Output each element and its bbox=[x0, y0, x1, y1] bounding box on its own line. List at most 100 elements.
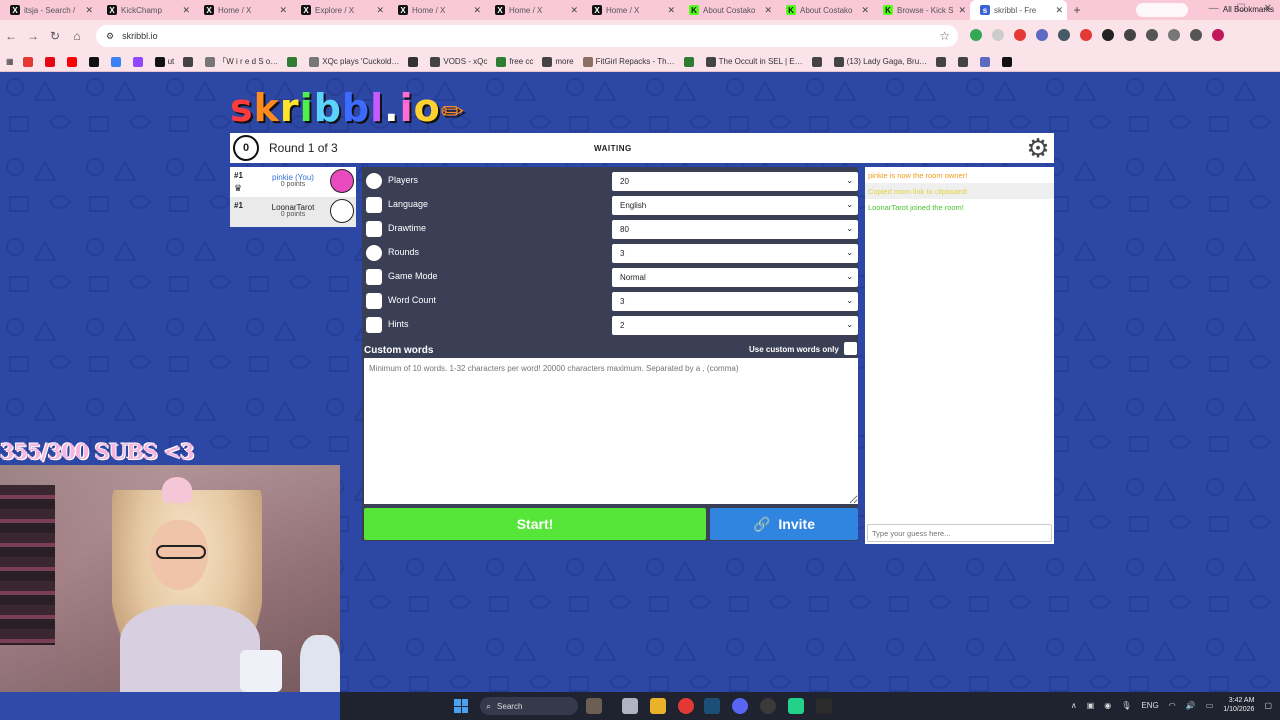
bookmark-star-icon[interactable]: ☆ bbox=[939, 29, 950, 43]
chrome-icon[interactable] bbox=[678, 698, 694, 714]
close-tab-icon[interactable]: ✕ bbox=[85, 5, 93, 16]
site-info-icon[interactable]: ⚙ bbox=[106, 31, 114, 42]
mic-icon[interactable]: 🎙 bbox=[1121, 701, 1131, 710]
avatar[interactable] bbox=[1212, 29, 1224, 41]
browser-tab[interactable]: X Home / X ✕ bbox=[194, 0, 291, 20]
browser-tab[interactable]: K Browse - Kick S ✕ bbox=[873, 0, 970, 20]
bookmark-item[interactable] bbox=[132, 56, 146, 67]
bookmark-item[interactable] bbox=[183, 56, 196, 67]
setting-select[interactable]: 80 ⌄ bbox=[612, 220, 858, 239]
player-entry[interactable]: #1 LoonarTarot 0 points bbox=[230, 197, 356, 227]
bookmark-item[interactable] bbox=[936, 56, 949, 67]
extension-icon[interactable] bbox=[992, 29, 1004, 41]
setting-select[interactable]: 20 ⌄ bbox=[612, 172, 858, 191]
close-tab-icon[interactable]: ✕ bbox=[667, 5, 675, 16]
bookmark-item[interactable] bbox=[44, 56, 58, 67]
menu-icon[interactable] bbox=[1190, 29, 1202, 41]
bookmark-item[interactable] bbox=[811, 56, 825, 67]
bookmark-item[interactable]: XQc plays 'Cuckold… bbox=[309, 56, 399, 67]
extension-icon[interactable] bbox=[1102, 29, 1114, 41]
bookmark-item[interactable] bbox=[683, 56, 697, 67]
discord-icon[interactable] bbox=[732, 698, 748, 714]
bookmark-item[interactable] bbox=[22, 56, 36, 67]
taskbar-app-icon[interactable] bbox=[586, 698, 602, 714]
close-tab-icon[interactable]: ✕ bbox=[958, 5, 966, 16]
setting-select[interactable]: 3 ⌄ bbox=[612, 292, 858, 311]
wifi-icon[interactable]: ◠ bbox=[1169, 701, 1176, 710]
close-tab-icon[interactable]: ✕ bbox=[570, 5, 578, 16]
back-icon[interactable]: ← bbox=[0, 29, 22, 43]
bookmark-item[interactable]: 「W i r e d S o… bbox=[205, 56, 278, 67]
chevron-up-icon[interactable]: ∧ bbox=[1071, 701, 1077, 710]
bookmark-item[interactable]: The Occult in SEL | E… bbox=[705, 56, 803, 67]
bookmark-item[interactable]: (13) Lady Gaga, Bru… bbox=[833, 56, 927, 67]
home-icon[interactable]: ⌂ bbox=[66, 29, 88, 43]
taskbar-search[interactable]: ⌕ Search bbox=[480, 697, 578, 715]
custom-words-input[interactable] bbox=[364, 358, 858, 504]
bookmark-item[interactable]: free cc bbox=[496, 56, 533, 67]
battery-icon[interactable]: ▭ bbox=[1206, 701, 1214, 710]
bookmark-item[interactable] bbox=[66, 56, 80, 67]
close-tab-icon[interactable]: ✕ bbox=[764, 5, 772, 16]
notification-icon[interactable]: ▢ bbox=[1264, 701, 1272, 710]
extension-icon[interactable] bbox=[970, 29, 982, 41]
url-field[interactable]: ⚙ skribbl.io ☆ bbox=[96, 25, 958, 47]
close-tab-icon[interactable]: ✕ bbox=[861, 5, 869, 16]
tray-icon[interactable]: ◉ bbox=[1104, 701, 1111, 710]
language-indicator[interactable]: ENG bbox=[1141, 701, 1158, 710]
taskbar-clock[interactable]: 3:42 AM 1/10/2026 bbox=[1223, 696, 1254, 714]
extension-icon[interactable] bbox=[1014, 29, 1026, 41]
bookmark-item[interactable] bbox=[1002, 56, 1015, 67]
url-text[interactable]: skribbl.io bbox=[122, 31, 158, 41]
profile-pill[interactable] bbox=[1136, 3, 1188, 17]
sidebar-icon[interactable] bbox=[1168, 29, 1180, 41]
extension-icon[interactable] bbox=[1036, 29, 1048, 41]
bookmark-item[interactable]: FitGirl Repacks - Th… bbox=[582, 56, 675, 67]
bookmark-item[interactable] bbox=[980, 56, 993, 67]
browser-tab[interactable]: X Explore / X ✕ bbox=[291, 0, 388, 20]
close-tab-icon[interactable]: ✕ bbox=[279, 5, 287, 16]
setting-select[interactable]: 3 ⌄ bbox=[612, 244, 858, 263]
player-entry[interactable]: #1 pinkie (You) 0 points ♛ bbox=[230, 167, 356, 197]
close-tab-icon[interactable]: ✕ bbox=[182, 5, 190, 16]
taskbar-app-icon[interactable] bbox=[816, 698, 832, 714]
bookmark-item[interactable] bbox=[110, 56, 124, 67]
browser-tab[interactable]: s skribbl - Fre ✕ bbox=[970, 0, 1067, 20]
forward-icon[interactable]: → bbox=[22, 29, 44, 43]
volume-icon[interactable]: 🔊 bbox=[1186, 701, 1196, 710]
bookmark-item[interactable] bbox=[88, 56, 102, 67]
bookmark-item[interactable]: more bbox=[542, 56, 574, 67]
windows-start-icon[interactable] bbox=[454, 699, 468, 713]
setting-select[interactable]: English ⌄ bbox=[612, 196, 858, 215]
invite-button[interactable]: 🔗 Invite bbox=[710, 508, 858, 540]
tray-icon[interactable]: ▣ bbox=[1087, 701, 1095, 710]
browser-tab[interactable]: X KickChamp ✕ bbox=[97, 0, 194, 20]
new-tab-button[interactable]: + bbox=[1067, 3, 1087, 17]
puzzle-icon[interactable] bbox=[1146, 29, 1158, 41]
reload-icon[interactable]: ↻ bbox=[44, 29, 66, 43]
extension-icon[interactable] bbox=[1124, 29, 1136, 41]
browser-tab[interactable]: K About Costako ✕ bbox=[679, 0, 776, 20]
bookmark-item[interactable]: VODS - xQc bbox=[430, 56, 487, 67]
taskbar-app-icon[interactable] bbox=[788, 698, 804, 714]
close-tab-icon[interactable]: ✕ bbox=[376, 5, 384, 16]
close-tab-icon[interactable]: ✕ bbox=[473, 5, 481, 16]
taskbar-app-icon[interactable] bbox=[760, 698, 776, 714]
browser-tab[interactable]: X Home / X ✕ bbox=[485, 0, 582, 20]
steam-icon[interactable] bbox=[704, 698, 720, 714]
apps-icon[interactable]: ▦ bbox=[6, 57, 14, 66]
custom-words-only-checkbox[interactable] bbox=[844, 342, 857, 355]
bookmark-item[interactable] bbox=[408, 56, 421, 67]
bookmark-item[interactable]: ut bbox=[154, 56, 174, 67]
taskbar-app-icon[interactable] bbox=[622, 698, 638, 714]
bookmark-item[interactable] bbox=[958, 56, 971, 67]
browser-tab[interactable]: Xitsja - Search / ✕ bbox=[0, 0, 97, 20]
setting-select[interactable]: Normal ⌄ bbox=[612, 268, 858, 287]
start-button[interactable]: Start! bbox=[364, 508, 706, 540]
bookmark-item[interactable] bbox=[287, 56, 300, 67]
all-bookmarks[interactable]: All Bookmarks bbox=[1223, 5, 1274, 14]
extension-icon[interactable] bbox=[1080, 29, 1092, 41]
browser-tab[interactable]: X Home / X ✕ bbox=[582, 0, 679, 20]
extension-icon[interactable] bbox=[1058, 29, 1070, 41]
folder-icon[interactable] bbox=[650, 698, 666, 714]
